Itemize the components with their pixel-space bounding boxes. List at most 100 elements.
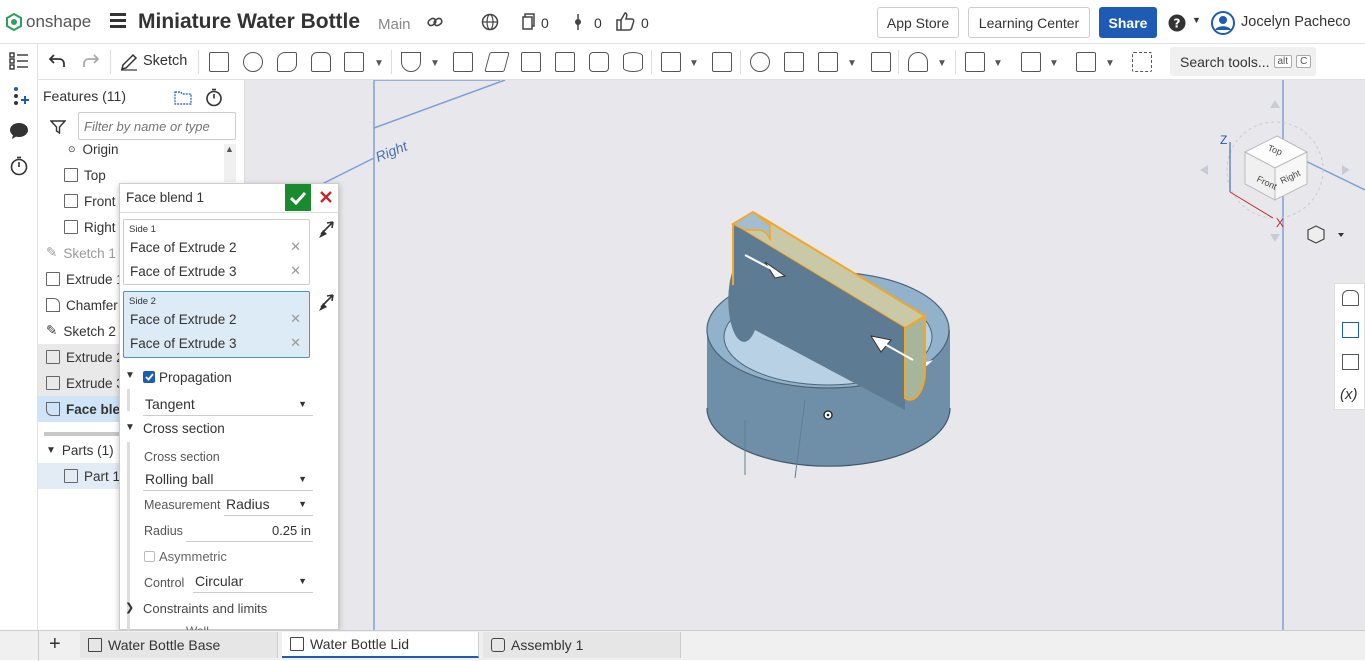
filter-icon[interactable]: [50, 120, 66, 134]
sketch-button[interactable]: Sketch: [143, 53, 187, 69]
sheet-metal-tool-icon[interactable]: [1076, 52, 1096, 72]
feature-list-icon[interactable]: [9, 52, 29, 70]
rotate-down-arrow-icon[interactable]: [1270, 234, 1280, 242]
versions-icon[interactable]: [522, 13, 536, 31]
radius-input[interactable]: 0.25 in: [186, 520, 313, 542]
transform-tool-icon[interactable]: [818, 52, 838, 72]
chevron-down-icon[interactable]: ▼: [847, 58, 857, 69]
chevron-down-icon[interactable]: ▼: [430, 58, 440, 69]
constraints-and-limits-header[interactable]: Constraints and limits: [143, 601, 267, 616]
flip-direction-side2-icon[interactable]: [317, 293, 335, 313]
undo-icon[interactable]: [48, 53, 66, 69]
side2-selection-item[interactable]: Face of Extrude 2 ✕: [124, 307, 309, 331]
variables-fx-icon[interactable]: (x): [1340, 386, 1358, 403]
mirror-tool-icon[interactable]: [712, 52, 732, 72]
remove-selection-icon[interactable]: ✕: [290, 311, 301, 327]
chevron-down-icon[interactable]: ▼: [1105, 58, 1115, 69]
side1-selection-item[interactable]: Face of Extrude 3 ✕: [124, 259, 309, 283]
help-chevron-down-icon[interactable]: ▼: [1192, 15, 1201, 25]
link-icon[interactable]: [427, 15, 443, 29]
document-title[interactable]: Miniature Water Bottle: [138, 10, 360, 34]
side1-selection-item[interactable]: Face of Extrude 2 ✕: [124, 235, 309, 259]
render-mode-icon[interactable]: [1307, 225, 1325, 244]
chevron-down-icon[interactable]: ▼: [993, 58, 1003, 69]
chevron-down-icon[interactable]: [1338, 233, 1344, 237]
remove-selection-icon[interactable]: ✕: [290, 335, 301, 351]
add-custom-feature-icon[interactable]: [1132, 52, 1152, 72]
history-stopwatch-icon[interactable]: [10, 156, 28, 176]
modify-fillet-tool-icon[interactable]: [908, 52, 928, 72]
asymmetric-checkbox[interactable]: [144, 551, 155, 562]
shell-tool-icon[interactable]: [555, 52, 575, 72]
thicken-tool-icon[interactable]: [344, 52, 364, 72]
tab-assembly-1[interactable]: Assembly 1: [483, 632, 681, 658]
section-view-icon[interactable]: [1342, 354, 1359, 370]
delete-part-tool-icon[interactable]: [871, 52, 891, 72]
menu-icon[interactable]: [110, 13, 126, 29]
user-name[interactable]: Jocelyn Pacheco: [1241, 14, 1351, 30]
globe-icon[interactable]: [481, 13, 499, 31]
chevron-down-icon[interactable]: ▼: [689, 58, 699, 69]
rib-tool-icon[interactable]: [521, 52, 541, 72]
loft-tool-icon[interactable]: [311, 52, 331, 72]
confirm-button[interactable]: [285, 184, 311, 211]
chevron-right-icon[interactable]: ❯: [125, 601, 134, 614]
side2-selection-box[interactable]: Side 2 Face of Extrude 2 ✕ Face of Extrud…: [123, 291, 310, 358]
propagation-dropdown[interactable]: Tangent ▼: [143, 394, 313, 416]
view-mode-dropdown[interactable]: [1307, 225, 1344, 244]
app-store-button[interactable]: App Store: [877, 7, 959, 38]
flip-direction-side1-icon[interactable]: [317, 220, 335, 240]
side1-selection-box[interactable]: Side 1 Face of Extrude 2 ✕ Face of Extrud…: [123, 219, 310, 285]
rollback-stopwatch-icon[interactable]: [205, 88, 223, 107]
revolve-tool-icon[interactable]: [243, 52, 263, 72]
mate-connector-tool-icon[interactable]: [1021, 52, 1041, 72]
rotate-right-arrow-icon[interactable]: [1342, 165, 1350, 175]
redo-icon[interactable]: [82, 53, 100, 69]
cross-section-header[interactable]: Cross section: [143, 421, 225, 436]
hole-tool-icon[interactable]: [589, 52, 609, 72]
branch-name[interactable]: Main: [378, 16, 411, 33]
help-icon[interactable]: ?: [1168, 14, 1186, 32]
rotate-up-arrow-icon[interactable]: [1270, 100, 1280, 108]
fillet-tool-icon[interactable]: [401, 52, 421, 72]
branches-icon[interactable]: [574, 13, 582, 31]
cancel-button[interactable]: [316, 187, 336, 207]
comment-icon[interactable]: [9, 122, 29, 140]
tab-water-bottle-lid[interactable]: Water Bottle Lid: [282, 632, 479, 658]
learning-center-button[interactable]: Learning Center: [968, 7, 1090, 38]
thread-tool-icon[interactable]: [623, 52, 643, 72]
avatar[interactable]: [1211, 11, 1235, 35]
tab-water-bottle-base[interactable]: Water Bottle Base: [80, 632, 278, 658]
graphics-viewport[interactable]: Right Top Front Right Z X: [245, 80, 1365, 630]
cross-section-dropdown[interactable]: Rolling ball ▼: [143, 469, 313, 491]
propagation-checkbox[interactable]: [143, 371, 155, 383]
chevron-down-icon[interactable]: ▼: [125, 370, 135, 381]
remove-selection-icon[interactable]: ✕: [290, 239, 301, 255]
sweep-tool-icon[interactable]: [277, 52, 297, 72]
pattern-tool-icon[interactable]: [661, 52, 681, 72]
boolean-tool-icon[interactable]: [750, 52, 770, 72]
feature-origin[interactable]: ⊙ Origin: [38, 136, 245, 162]
add-tab-icon[interactable]: +: [49, 633, 61, 656]
like-icon[interactable]: [615, 12, 635, 31]
chamfer-tool-icon[interactable]: [453, 52, 473, 72]
sketch-pencil-icon[interactable]: [120, 53, 138, 71]
mass-properties-icon[interactable]: [1342, 322, 1359, 338]
rotate-left-arrow-icon[interactable]: [1200, 165, 1208, 175]
side2-selection-item[interactable]: Face of Extrude 3 ✕: [124, 331, 309, 355]
measurement-dropdown[interactable]: Radius ▼: [224, 494, 313, 516]
onshape-logo[interactable]: onshape: [6, 12, 91, 32]
search-tools-input[interactable]: Search tools... alt C: [1170, 47, 1316, 76]
draft-tool-icon[interactable]: [484, 52, 510, 72]
control-dropdown[interactable]: Circular ▼: [193, 571, 313, 593]
appearance-icon[interactable]: [1342, 290, 1359, 306]
chevron-down-icon[interactable]: ▼: [937, 58, 947, 69]
chevron-down-icon[interactable]: ▼: [125, 422, 135, 433]
share-button[interactable]: Share: [1099, 7, 1157, 38]
add-folder-icon[interactable]: [174, 89, 192, 105]
extrude-tool-icon[interactable]: [209, 52, 229, 72]
insert-variable-icon[interactable]: [10, 86, 30, 106]
model-canvas[interactable]: Right Top Front Right Z X: [245, 80, 1365, 630]
split-tool-icon[interactable]: [784, 52, 804, 72]
plane-tool-icon[interactable]: [965, 52, 985, 72]
